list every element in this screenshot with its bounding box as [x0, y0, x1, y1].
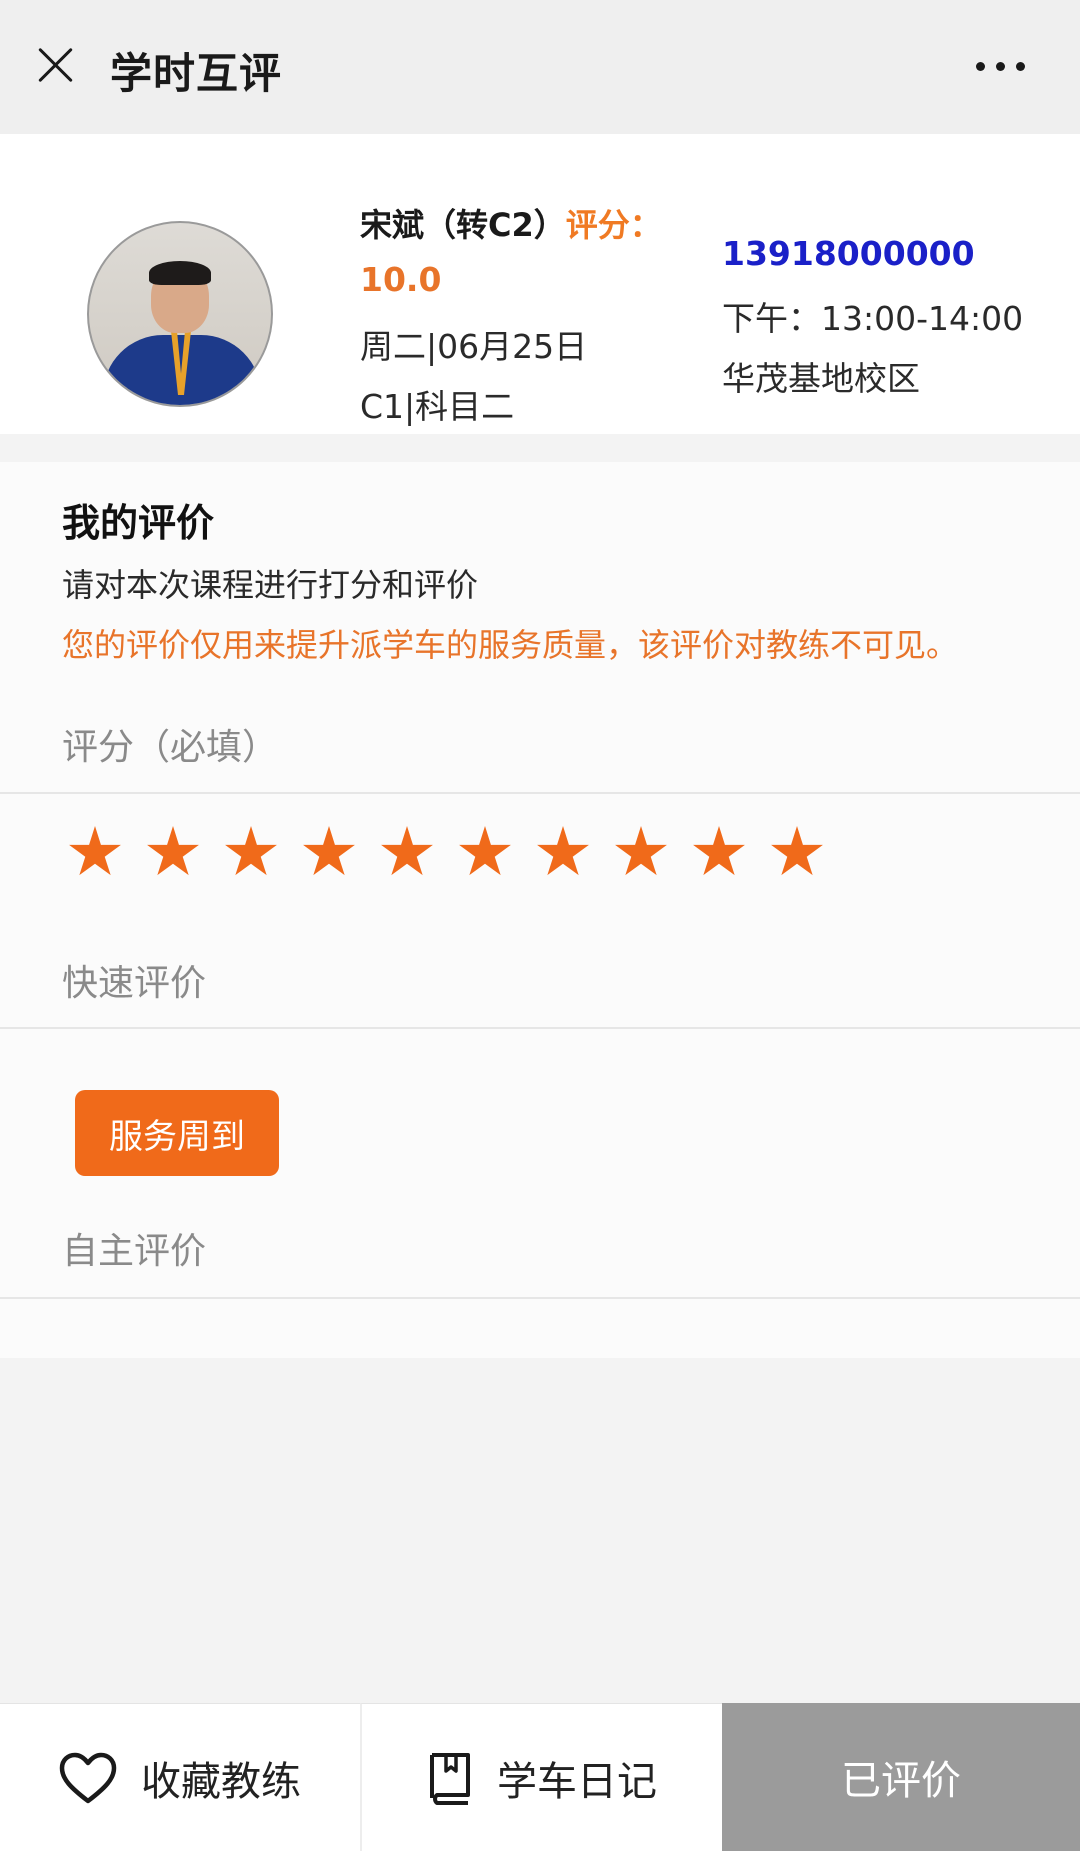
campus-name: 华茂基地校区	[722, 359, 920, 398]
evaluation-section: 我的评价 请对本次课程进行打分和评价 您的评价仅用来提升派学车的服务质量，该评价…	[0, 462, 1080, 1358]
star-icon[interactable]	[537, 826, 589, 876]
page: 学时互评 宋斌（转C2）评分： 10.0 周二|06月25日 C1|科目二 13…	[0, 0, 1080, 1851]
star-rating[interactable]	[68, 826, 848, 880]
coach-name-line: 宋斌（转C2）评分：	[360, 200, 662, 246]
top-bar: 学时互评	[0, 0, 1080, 134]
coach-phone[interactable]: 13918000000	[722, 234, 975, 273]
star-icon[interactable]	[459, 826, 511, 876]
free-review-label: 自主评价	[62, 1231, 207, 1272]
score-label: 评分：	[565, 206, 662, 244]
quick-review-label: 快速评价	[62, 963, 207, 1004]
favorite-coach-button[interactable]: 收藏教练	[0, 1703, 360, 1851]
coach-avatar	[87, 221, 273, 407]
star-icon[interactable]	[615, 826, 667, 876]
rated-button[interactable]: 已评价	[722, 1703, 1080, 1851]
quick-tag-button[interactable]: 服务周到	[75, 1090, 279, 1176]
lesson-date: 周二|06月25日	[360, 327, 588, 366]
divider	[0, 1027, 1080, 1029]
page-title: 学时互评	[110, 49, 283, 98]
star-icon[interactable]	[147, 826, 199, 876]
favorite-label: 收藏教练	[141, 1758, 301, 1805]
star-icon[interactable]	[303, 826, 355, 876]
divider	[0, 1297, 1080, 1299]
evaluation-note: 您的评价仅用来提升派学车的服务质量，该评价对教练不可见。	[62, 626, 959, 664]
diary-label: 学车日记	[497, 1758, 657, 1805]
evaluation-title: 我的评价	[62, 501, 215, 545]
star-icon[interactable]	[771, 826, 823, 876]
coach-name: 宋斌（转C2）	[360, 206, 566, 244]
divider	[0, 792, 1080, 794]
more-dots-icon[interactable]	[976, 56, 1036, 76]
evaluation-instruction: 请对本次课程进行打分和评价	[62, 566, 479, 604]
star-icon[interactable]	[225, 826, 277, 876]
bottom-action-bar: 收藏教练 学车日记 已评价	[0, 1703, 1080, 1851]
book-icon	[427, 1751, 473, 1805]
driving-diary-button[interactable]: 学车日记	[360, 1703, 722, 1851]
lesson-time: 下午：13:00-14:00	[722, 299, 1024, 338]
star-icon[interactable]	[69, 826, 121, 876]
heart-icon	[59, 1752, 117, 1804]
coach-card: 宋斌（转C2）评分： 10.0 周二|06月25日 C1|科目二 1391800…	[0, 134, 1080, 434]
close-icon[interactable]	[30, 40, 80, 90]
star-icon[interactable]	[693, 826, 745, 876]
score-value: 10.0	[360, 260, 442, 299]
lesson-subject: C1|科目二	[360, 387, 515, 426]
rating-label: 评分（必填）	[62, 727, 279, 768]
star-icon[interactable]	[381, 826, 433, 876]
